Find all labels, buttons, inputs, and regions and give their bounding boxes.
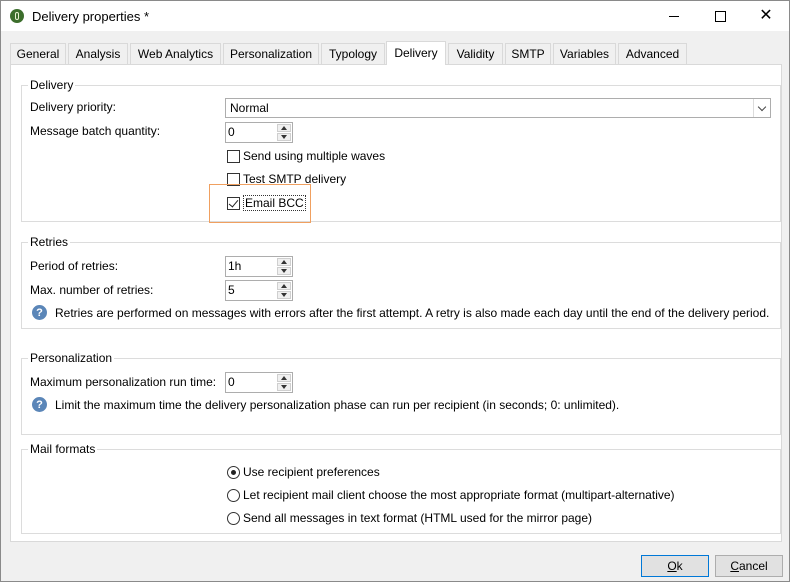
radio-text-format[interactable]: Send all messages in text format (HTML u… [227, 511, 592, 525]
tab-analysis[interactable]: Analysis [68, 43, 128, 64]
radio-label: Use recipient preferences [243, 465, 380, 479]
dropdown-button[interactable] [753, 99, 770, 117]
arrow-down-icon [281, 293, 287, 297]
arrow-down-icon [281, 269, 287, 273]
checkbox-box[interactable] [227, 172, 240, 186]
checkbox-box[interactable] [227, 196, 240, 210]
arrow-up-icon [281, 376, 287, 380]
radio-circle[interactable] [227, 465, 240, 479]
delivery-group-title: Delivery [28, 78, 76, 92]
batch-quantity-stepper[interactable]: 0 [225, 122, 293, 143]
info-icon: ? [32, 305, 47, 320]
runtime-value: 0 [228, 375, 235, 389]
maximize-button[interactable] [697, 1, 743, 31]
test-smtp-label: Test SMTP delivery [243, 172, 347, 186]
arrow-up-icon [281, 126, 287, 130]
tab-variables[interactable]: Variables [553, 43, 616, 64]
close-icon: ✕ [759, 7, 773, 24]
radio-use-recipient-preferences[interactable]: Use recipient preferences [227, 465, 380, 479]
tab-delivery[interactable]: Delivery [386, 41, 446, 65]
chevron-down-icon [757, 102, 767, 111]
window-title: Delivery properties * [32, 9, 150, 24]
title-bar[interactable]: Delivery properties * ✕ [1, 1, 789, 31]
radio-label: Send all messages in text format (HTML u… [243, 511, 593, 525]
arrow-down-icon [281, 135, 287, 139]
spin-down-button[interactable] [277, 267, 291, 275]
spin-down-button[interactable] [277, 133, 291, 141]
arrow-down-icon [281, 385, 287, 389]
spin-up-button[interactable] [277, 124, 291, 132]
tab-smtp[interactable]: SMTP [505, 43, 551, 64]
arrow-up-icon [281, 260, 287, 264]
radio-multipart-alternative[interactable]: Let recipient mail client choose the mos… [227, 488, 675, 502]
radio-circle[interactable] [227, 488, 240, 502]
info-icon: ? [32, 397, 47, 412]
spin-up-button[interactable] [277, 258, 291, 266]
email-bcc-checkbox[interactable]: Email BCC [227, 195, 306, 211]
radio-label: Let recipient mail client choose the mos… [243, 488, 675, 502]
period-of-retries-label: Period of retries: [30, 259, 119, 273]
ok-button[interactable]: Ok [641, 555, 709, 577]
app-icon [10, 9, 24, 23]
period-of-retries-value: 1h [228, 259, 242, 273]
dialog-window: Delivery properties * ✕ General Analysis… [0, 0, 790, 582]
retries-info-text: Retries are performed on messages with e… [55, 305, 770, 320]
delivery-tab-panel: Delivery Delivery priority: Normal Messa… [10, 64, 782, 542]
max-retries-label: Max. number of retries: [30, 283, 154, 297]
delivery-priority-value: Normal [230, 101, 269, 115]
delivery-priority-select[interactable]: Normal [225, 98, 771, 118]
retries-info: ? Retries are performed on messages with… [32, 305, 769, 320]
tab-web-analytics[interactable]: Web Analytics [130, 43, 221, 64]
personalization-group-title: Personalization [28, 351, 115, 365]
spin-down-button[interactable] [277, 383, 291, 391]
minimize-button[interactable] [651, 1, 697, 31]
personalization-info: ? Limit the maximum time the delivery pe… [32, 397, 619, 412]
cancel-button[interactable]: Cancel [715, 555, 783, 577]
tab-validity[interactable]: Validity [448, 43, 503, 64]
arrow-up-icon [281, 284, 287, 288]
delivery-priority-label: Delivery priority: [30, 100, 117, 114]
spin-down-button[interactable] [277, 291, 291, 299]
multiple-waves-checkbox[interactable]: Send using multiple waves [227, 149, 385, 163]
spin-up-button[interactable] [277, 374, 291, 382]
minimize-icon [669, 15, 679, 17]
multiple-waves-label: Send using multiple waves [243, 149, 386, 163]
runtime-stepper[interactable]: 0 [225, 372, 293, 393]
max-retries-stepper[interactable]: 5 [225, 280, 293, 301]
spin-up-button[interactable] [277, 282, 291, 290]
test-smtp-checkbox[interactable]: Test SMTP delivery [227, 172, 346, 186]
period-of-retries-stepper[interactable]: 1h [225, 256, 293, 277]
retries-group-title: Retries [28, 235, 71, 249]
radio-circle[interactable] [227, 511, 240, 525]
max-retries-value: 5 [228, 283, 235, 297]
personalization-info-text: Limit the maximum time the delivery pers… [55, 397, 620, 412]
batch-quantity-label: Message batch quantity: [30, 124, 161, 138]
close-button[interactable]: ✕ [743, 1, 789, 31]
tab-typology[interactable]: Typology [321, 43, 385, 64]
tab-personalization[interactable]: Personalization [223, 43, 319, 64]
tab-advanced[interactable]: Advanced [618, 43, 687, 64]
tab-general[interactable]: General [10, 43, 66, 64]
checkbox-box[interactable] [227, 149, 240, 163]
mail-formats-group-title: Mail formats [28, 442, 98, 456]
batch-quantity-value: 0 [228, 125, 235, 139]
runtime-label: Maximum personalization run time: [30, 375, 217, 389]
email-bcc-label: Email BCC [243, 195, 306, 211]
maximize-icon [714, 10, 726, 22]
